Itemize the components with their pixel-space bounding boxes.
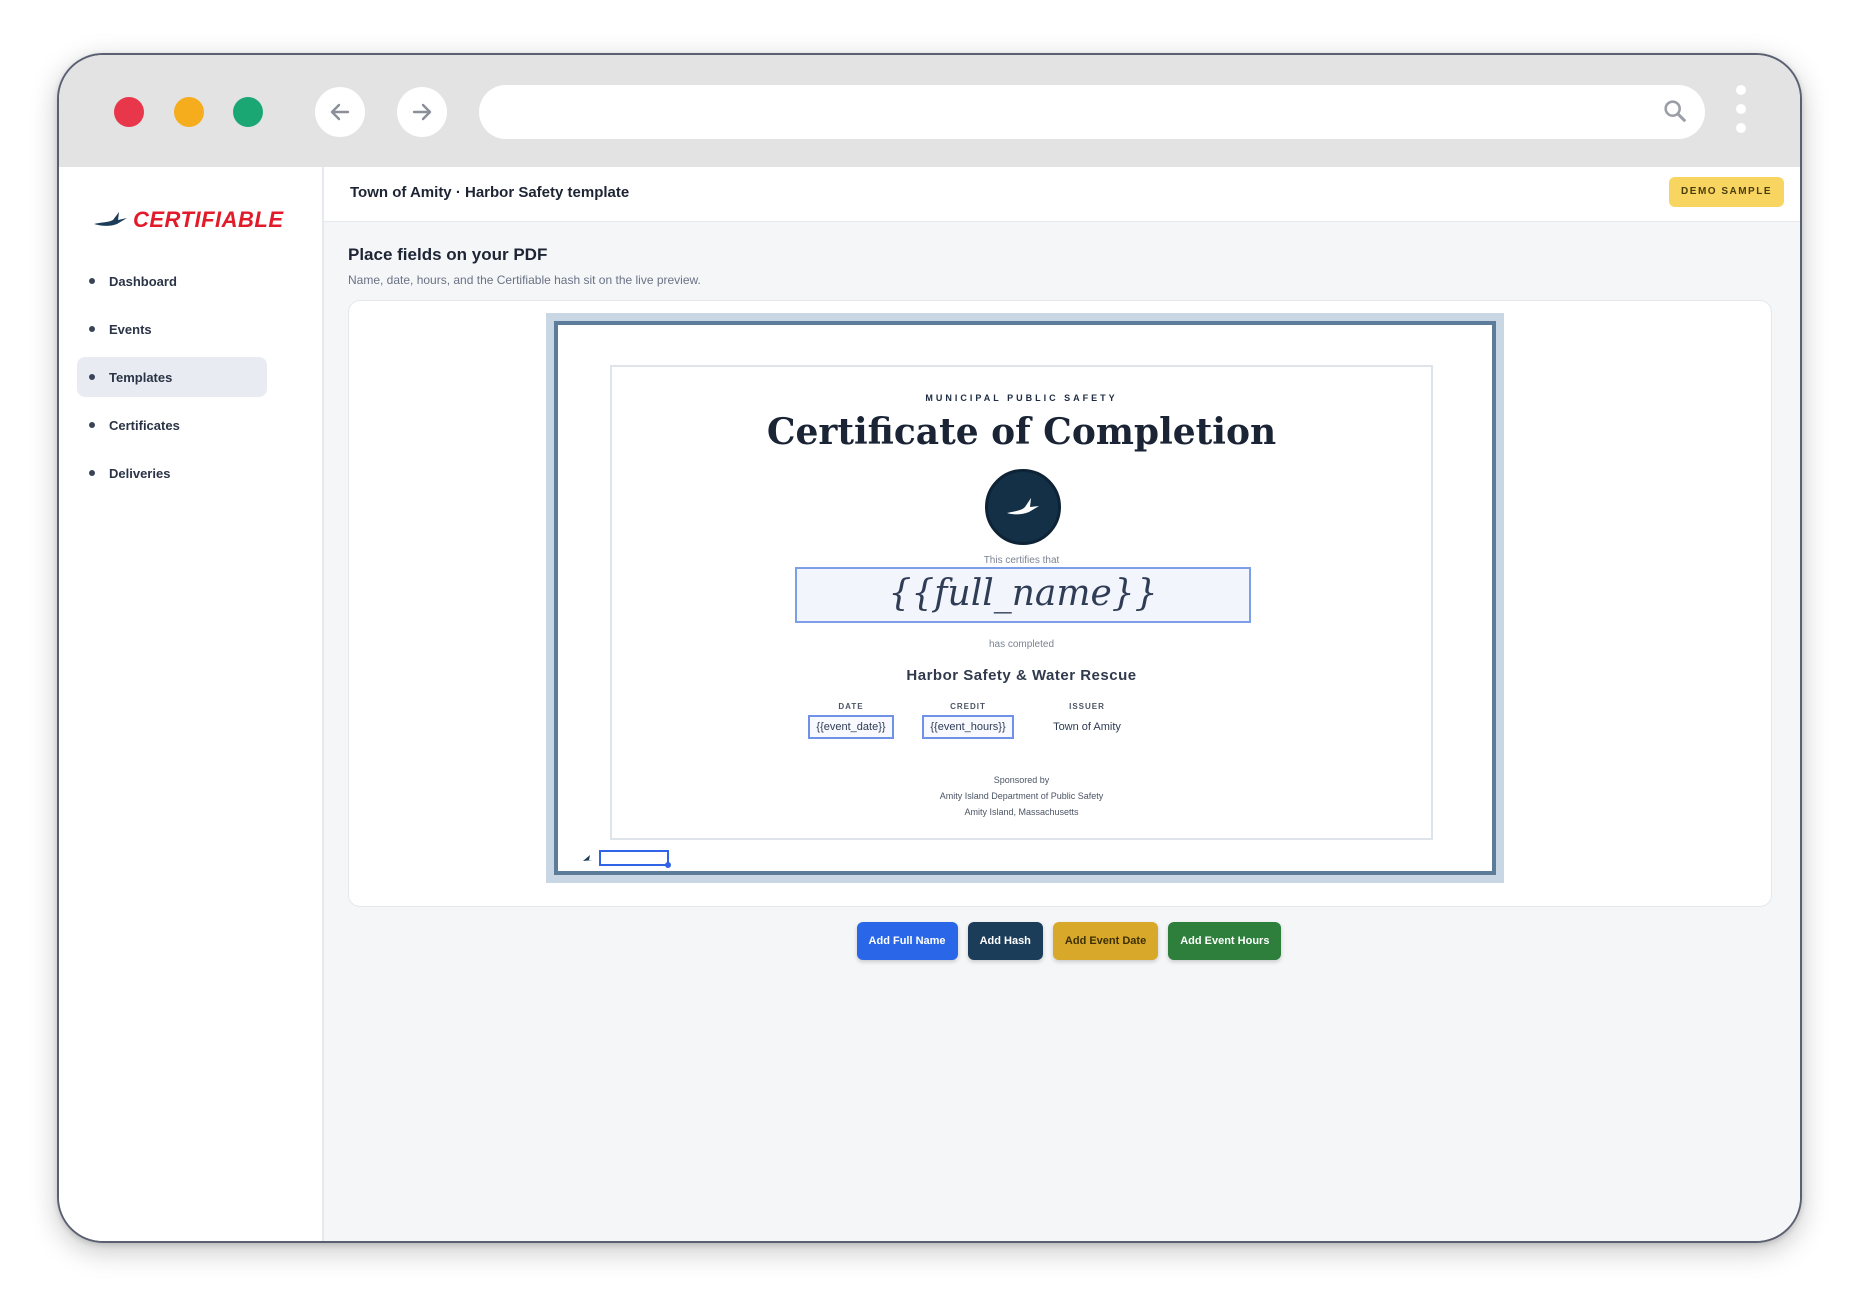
bullet-icon: [89, 278, 95, 284]
search-icon[interactable]: [1661, 97, 1689, 125]
event-date-field[interactable]: {{event_date}}: [808, 715, 894, 739]
logo-text: CERTIFIABLE: [133, 207, 284, 232]
section-title: Place fields on your PDF: [348, 245, 548, 264]
bullet-icon: [89, 470, 95, 476]
pdf-page[interactable]: MUNICIPAL PUBLIC SAFETY Certificate of C…: [554, 321, 1496, 875]
add-hash-button[interactable]: Add Hash: [967, 922, 1043, 960]
sidebar-item-certificates[interactable]: Certificates: [77, 405, 267, 445]
credit-column: CREDIT {{event_hours}}: [922, 702, 1014, 739]
shark-fin-small-icon: [583, 855, 593, 861]
bullet-icon: [89, 374, 95, 380]
arrow-right-icon: [412, 103, 432, 121]
sponsored-by-label: Sponsored by: [993, 775, 1050, 785]
sidebar-item-label: Certificates: [109, 417, 180, 433]
minimize-window-button[interactable]: [174, 97, 204, 127]
demo-sample-badge: DEMO SAMPLE: [1669, 177, 1784, 207]
arrow-left-icon: [330, 103, 350, 121]
date-label: DATE: [838, 702, 864, 711]
bullet-icon: [89, 326, 95, 332]
pdf-preview-card: MUNICIPAL PUBLIC SAFETY Certificate of C…: [348, 300, 1772, 907]
event-hours-field[interactable]: {{event_hours}}: [922, 715, 1014, 739]
completed-text: has completed: [988, 639, 1055, 650]
bullet-icon: [89, 422, 95, 428]
forward-button[interactable]: [397, 87, 447, 137]
field-actions: Add Full Name Add Hash Add Event Date Ad…: [324, 922, 1794, 960]
close-window-button[interactable]: [114, 97, 144, 127]
certifies-text: This certifies that: [983, 555, 1060, 566]
certificate-eyebrow: MUNICIPAL PUBLIC SAFETY: [925, 393, 1118, 403]
main-content: Town of Amity · Harbor Safety template D…: [324, 167, 1800, 1241]
address-bar[interactable]: [479, 85, 1705, 139]
shark-fin-logo-icon: [94, 212, 127, 226]
section-subtitle: Name, date, hours, and the Certifiable h…: [348, 273, 701, 287]
maximize-window-button[interactable]: [233, 97, 263, 127]
full-name-field[interactable]: {{full_name}}: [795, 567, 1251, 623]
sidebar-item-label: Deliveries: [109, 465, 171, 481]
sidebar: CERTIFIABLE Dashboard Events Templates C…: [59, 167, 324, 1241]
issuer-label: ISSUER: [1069, 702, 1105, 711]
app-logo[interactable]: CERTIFIABLE: [93, 207, 284, 233]
sidebar-item-label: Dashboard: [109, 273, 177, 289]
sidebar-item-label: Events: [109, 321, 152, 337]
add-event-date-button[interactable]: Add Event Date: [1052, 922, 1159, 960]
sponsor-line-2: Amity Island, Massachusetts: [964, 807, 1079, 817]
sponsor-block: Sponsored by Amity Island Department of …: [612, 772, 1431, 820]
sidebar-item-dashboard[interactable]: Dashboard: [77, 261, 267, 301]
certificate-body: MUNICIPAL PUBLIC SAFETY Certificate of C…: [610, 365, 1433, 840]
sidebar-item-deliveries[interactable]: Deliveries: [77, 453, 267, 493]
browser-menu-icon[interactable]: [1735, 85, 1747, 141]
top-bar: Town of Amity · Harbor Safety template D…: [324, 167, 1800, 222]
browser-chrome: [59, 55, 1800, 167]
shark-fin-seal-icon: [985, 469, 1061, 545]
add-full-name-button[interactable]: Add Full Name: [856, 922, 958, 960]
credit-label: CREDIT: [950, 702, 986, 711]
sidebar-item-label: Templates: [109, 369, 173, 385]
issuer-column: ISSUER Town of Amity: [1042, 702, 1132, 733]
back-button[interactable]: [315, 87, 365, 137]
sidebar-nav: Dashboard Events Templates Certificates …: [77, 261, 267, 501]
add-event-hours-button[interactable]: Add Event Hours: [1168, 922, 1282, 960]
date-column: DATE {{event_date}}: [808, 702, 894, 739]
sidebar-item-templates[interactable]: Templates: [77, 357, 267, 397]
sponsor-line-1: Amity Island Department of Public Safety: [939, 791, 1104, 801]
sidebar-item-events[interactable]: Events: [77, 309, 267, 349]
issuer-value: Town of Amity: [1053, 721, 1121, 733]
course-name: Harbor Safety & Water Rescue: [906, 667, 1137, 684]
certificate-title: Certificate of Completion: [766, 411, 1277, 453]
pdf-preview-frame: MUNICIPAL PUBLIC SAFETY Certificate of C…: [546, 313, 1504, 883]
browser-window: CERTIFIABLE Dashboard Events Templates C…: [57, 53, 1802, 1243]
hash-placement[interactable]: [583, 850, 671, 868]
page-title: Town of Amity · Harbor Safety template: [350, 184, 630, 201]
hash-field[interactable]: [599, 850, 671, 868]
